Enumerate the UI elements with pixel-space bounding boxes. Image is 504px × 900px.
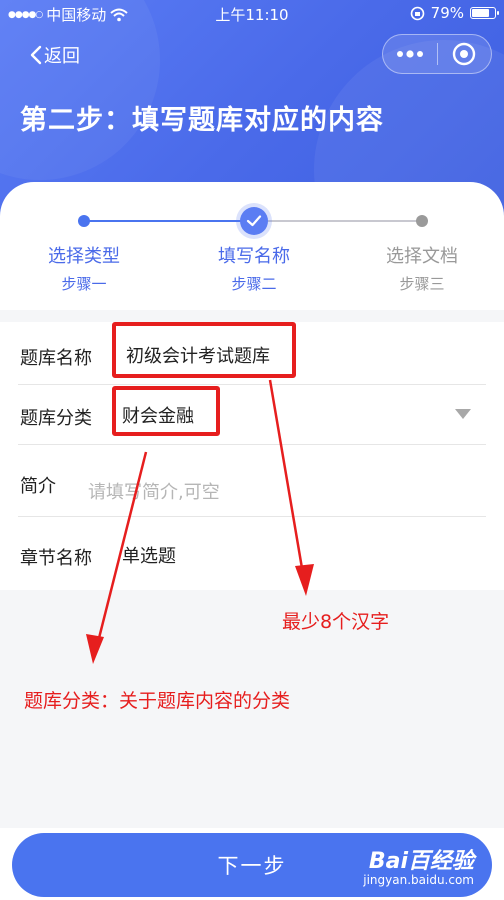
- annotation-min-chars: 最少8个汉字: [282, 611, 390, 633]
- baidu-watermark-url: jingyan.baidu.com: [363, 873, 474, 887]
- dropdown-triangle-icon[interactable]: [454, 408, 472, 420]
- check-icon: [246, 215, 262, 227]
- step-dot-done: [78, 215, 90, 227]
- annotation-box-name: [112, 322, 296, 378]
- more-button[interactable]: [383, 35, 437, 73]
- battery-fill: [472, 9, 490, 17]
- battery-percent: 79%: [430, 4, 464, 22]
- bank-name-label: 题库名称: [20, 348, 92, 369]
- bank-category-label: 题库分类: [20, 408, 92, 429]
- step-dot-pending: [416, 215, 428, 227]
- chevron-left-icon: [30, 45, 42, 65]
- close-miniprogram-button[interactable]: [438, 35, 492, 73]
- next-step-label: 下一步: [217, 854, 287, 878]
- step-dot-current: [240, 207, 268, 235]
- step-connector-pending: [254, 220, 422, 222]
- intro-label: 简介: [20, 476, 56, 497]
- annotation-category-note: 题库分类：关于题库内容的分类: [24, 690, 291, 712]
- rotation-lock-icon: [410, 6, 424, 20]
- status-bar: ●●●●○ 中国移动 上午11:10 79%: [0, 0, 504, 28]
- step-3-sub: 步骤三: [399, 275, 445, 293]
- step-2-sub: 步骤二: [231, 275, 277, 293]
- row-divider: [18, 444, 486, 445]
- miniprogram-capsule: [382, 34, 492, 74]
- chapter-input[interactable]: 单选题: [122, 542, 176, 568]
- target-circle-icon: [453, 42, 476, 66]
- intro-input[interactable]: 请填写简介,可空: [88, 478, 220, 504]
- status-right: 79%: [410, 4, 499, 22]
- step-1-sub: 步骤一: [61, 275, 107, 293]
- battery-icon: [470, 7, 499, 19]
- back-label: 返回: [44, 46, 80, 67]
- chapter-label: 章节名称: [20, 548, 92, 569]
- row-divider: [18, 384, 486, 385]
- more-dots-icon: [396, 50, 423, 58]
- step-2-label[interactable]: 填写名称: [184, 242, 324, 268]
- back-button[interactable]: 返回: [30, 42, 80, 68]
- row-divider: [18, 516, 486, 517]
- baidu-watermark: Bai百经验: [368, 849, 474, 874]
- annotation-box-category: [112, 386, 220, 436]
- page-title: 第二步：填写题库对应的内容: [20, 105, 384, 136]
- step-3-label[interactable]: 选择文档: [352, 242, 492, 268]
- step-1-label[interactable]: 选择类型: [14, 242, 154, 268]
- step-connector-done: [84, 220, 254, 222]
